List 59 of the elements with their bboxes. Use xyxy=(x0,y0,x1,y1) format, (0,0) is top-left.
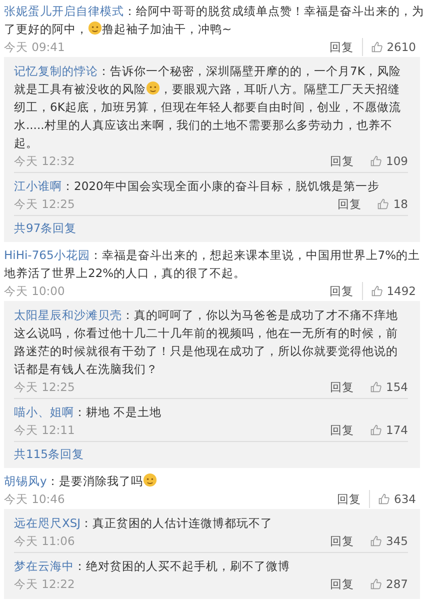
comment-text: 喵小、姐啊：耕地 不是土地 xyxy=(14,404,163,421)
timestamp: 今天 10:00 xyxy=(4,283,65,300)
more-replies-link[interactable]: 共97条回复 xyxy=(14,218,77,238)
timestamp: 今天 12:25 xyxy=(14,379,75,396)
more-replies-link[interactable]: 共115条回复 xyxy=(14,444,84,464)
like-count: 154 xyxy=(386,379,408,396)
timestamp: 今天 12:32 xyxy=(14,153,75,170)
like-count: 18 xyxy=(393,196,408,213)
timestamp: 今天 12:25 xyxy=(14,196,75,213)
reply-link[interactable]: 回复 xyxy=(330,38,363,56)
timestamp: 今天 12:22 xyxy=(14,576,75,593)
reply-link[interactable]: 回复 xyxy=(330,152,362,170)
username-link[interactable]: 梦在云海中 xyxy=(14,559,74,573)
comment-text: HiHi-765小花园：幸福是奋斗出来的，想起来课本里说，中国用世界上7%的土地养活了世界上22%的人口，真的很了不起。 xyxy=(4,247,422,282)
thumbs-up-icon[interactable] xyxy=(370,578,382,590)
comment-text: 太阳星辰和沙滩贝壳：真的呵呵了，你以为马爸爸是成功了才不痛不痒地这么说吗，你看过他十几二十几年前的视频吗，他在一无所有的时候，前路迷茫的时候就很有干劲了！只是他现在成功了，所以你就要觉得他说的话都是有钱人在洗脑我们？ xyxy=(14,307,399,378)
like-count: 2610 xyxy=(386,39,416,56)
emoji-face-icon xyxy=(142,473,157,487)
thumbs-up-icon[interactable] xyxy=(378,493,390,505)
reply-link[interactable]: 回复 xyxy=(330,532,362,550)
comment-text: 张妮蛋儿开启自律模式：给阿中哥哥的脱贫成绩单点赞！幸福是奋斗出来的，为了更好的阿中， 撸起袖子加油干，冲鸭~ xyxy=(4,3,425,38)
reply-link[interactable]: 回复 xyxy=(330,421,362,439)
timestamp: 今天 12:11 xyxy=(14,422,75,439)
thumbs-up-icon[interactable] xyxy=(377,198,390,210)
username-link[interactable]: 太阳星辰和沙滩贝壳 xyxy=(14,308,122,322)
comment-text: 江小谁啊：2020年中国会实现全面小康的奋斗目标，脱饥饿是第一步 xyxy=(14,178,380,195)
thumbs-up-icon[interactable] xyxy=(370,381,382,393)
like-count: 1492 xyxy=(386,283,416,300)
username-link[interactable]: 张妮蛋儿开启自律模式 xyxy=(4,4,124,18)
username-link[interactable]: 喵小、姐啊 xyxy=(14,405,74,419)
emoji-face-icon xyxy=(146,81,160,95)
comment-text: 胡锡风y：是要消除我了吗 xyxy=(4,472,428,490)
username-link[interactable]: 江小谁啊 xyxy=(14,179,62,193)
like-count: 634 xyxy=(394,491,416,508)
timestamp: 今天 09:41 xyxy=(4,39,65,56)
thumbs-up-icon[interactable] xyxy=(370,155,382,167)
like-count: 287 xyxy=(386,576,408,593)
emoji-face-icon xyxy=(88,21,102,35)
thumbs-up-icon[interactable] xyxy=(370,285,383,297)
like-count: 174 xyxy=(386,422,408,439)
like-count: 345 xyxy=(386,533,408,550)
timestamp: 今天 10:46 xyxy=(4,491,65,508)
thumbs-up-icon[interactable] xyxy=(370,535,382,547)
reply-link[interactable]: 回复 xyxy=(337,490,370,508)
reply-link[interactable]: 回复 xyxy=(330,378,362,396)
username-link[interactable]: 记忆复制的悖论 xyxy=(14,64,98,78)
reply-link[interactable]: 回复 xyxy=(330,282,363,300)
username-link[interactable]: 远在咫尺XSJ xyxy=(14,516,81,530)
comment-text: 远在咫尺XSJ：真正贫困的人估计连微博都玩不了 xyxy=(14,515,274,532)
comment-text: 记忆复制的悖论：告诉你一个秘密，深圳隔壁开摩的的，一个月7K，风险就是工具有被没收的风险 ，要眼观六路，耳听八方。隔壁工厂天天招缝纫工，6K起底，加班另算，但现在年轻人都要自由时间，创业，不愿做流水.....村里的人真应该出来啊，我们的土地不需要那么多劳动力，也养不起。 xyxy=(14,63,402,152)
like-count: 109 xyxy=(386,153,408,170)
comment-text: 梦在云海中：绝对贫困的人买不起手机，刷不了微博 xyxy=(14,558,291,575)
reply-link[interactable]: 回复 xyxy=(330,575,362,593)
thumbs-up-icon[interactable] xyxy=(370,424,382,436)
thumbs-up-icon[interactable] xyxy=(370,41,383,53)
username-link[interactable]: HiHi-765小花园 xyxy=(4,248,90,262)
reply-link[interactable]: 回复 xyxy=(337,195,370,213)
username-link[interactable]: 胡锡风y xyxy=(4,474,47,488)
timestamp: 今天 11:06 xyxy=(14,533,75,550)
